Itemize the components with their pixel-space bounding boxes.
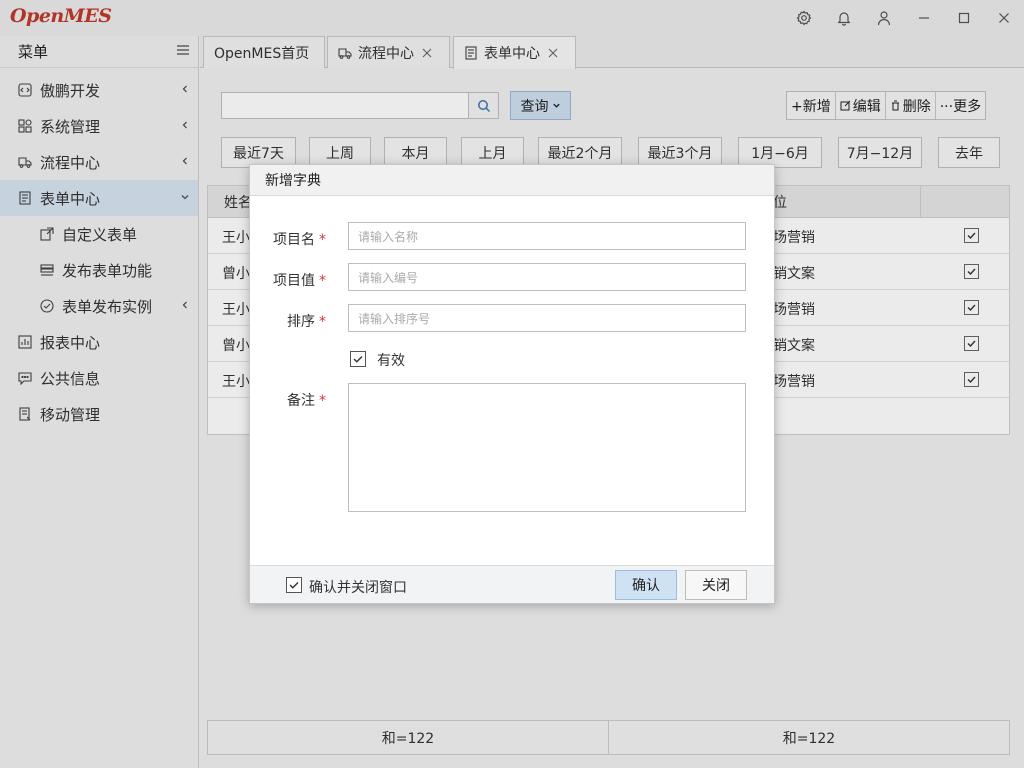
dialog-footer: 确认并关闭窗口 确认 关闭 [250,565,774,603]
name-input[interactable]: 请输入名称 [348,222,746,250]
sort-input[interactable]: 请输入排序号 [348,304,746,332]
confirm-close-label: 确认并关闭窗口 [309,580,407,596]
check-icon [289,582,299,589]
field-label-sort: 排序 * [287,314,326,330]
check-icon [353,356,363,363]
close-button[interactable]: 关闭 [685,570,747,600]
field-label-value: 项目值 * [273,273,326,289]
valid-label: 有效 [377,353,405,369]
field-label-name: 项目名 * [273,232,326,248]
remark-textarea[interactable] [348,383,746,512]
dialog-title: 新增字典 [250,165,774,196]
value-input[interactable]: 请输入编号 [348,263,746,291]
confirm-button[interactable]: 确认 [615,570,677,600]
confirm-close-checkbox[interactable] [286,577,302,593]
field-label-remark: 备注 * [287,393,326,409]
add-dictionary-dialog: 新增字典 项目名 * 请输入名称 项目值 * 请输入编号 排序 * 请输入排序号 有效… [249,164,775,604]
valid-checkbox[interactable] [350,351,366,367]
